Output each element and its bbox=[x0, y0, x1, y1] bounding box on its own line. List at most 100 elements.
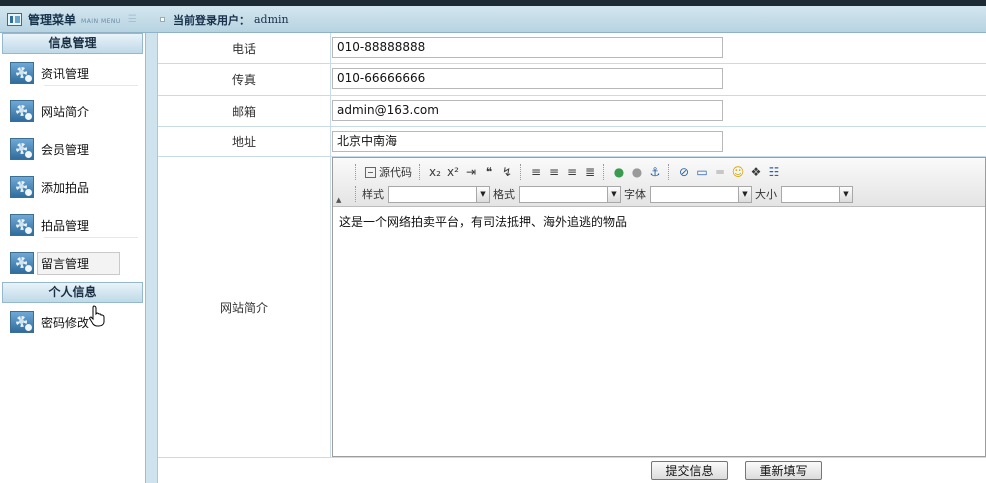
link-icon[interactable]: ● bbox=[610, 163, 628, 181]
rich-text-editor: 源代码 x₂ x² ⇥ ❝ ↯ ≡ ≡ ≡ ≣ ● ● ⚓ ⊘ ▭ ═ ☺ ❖ … bbox=[332, 157, 986, 457]
toolbar-separator bbox=[520, 164, 523, 180]
gear-icon bbox=[10, 311, 34, 333]
size-label: 大小 bbox=[755, 188, 777, 201]
font-select[interactable]: ▼ bbox=[650, 185, 752, 203]
sidebar-item-add-lot[interactable]: 添加拍品 bbox=[0, 168, 145, 206]
chevron-down-icon[interactable]: ▼ bbox=[738, 186, 751, 202]
user-bullet-icon bbox=[160, 17, 165, 22]
gear-icon bbox=[10, 100, 34, 122]
gear-icon bbox=[10, 138, 34, 160]
sidebar-item-site-intro[interactable]: 网站简介 bbox=[0, 92, 145, 130]
sidebar-item-label: 添加拍品 bbox=[41, 180, 90, 195]
sidebar-item-label: 拍品管理 bbox=[41, 218, 90, 233]
fax-input[interactable]: 010-66666666 bbox=[332, 68, 723, 89]
sidebar-section-info-management[interactable]: 信息管理 bbox=[2, 33, 143, 54]
special-char-icon[interactable]: ❖ bbox=[747, 163, 765, 181]
sidebar-item-member-management[interactable]: 会员管理 bbox=[0, 130, 145, 168]
font-label: 字体 bbox=[624, 188, 646, 201]
sidebar-item-lot-management[interactable]: 拍品管理 bbox=[0, 206, 145, 244]
menu-subtitle: MAIN MENU bbox=[81, 17, 121, 25]
toolbar-separator bbox=[419, 164, 422, 180]
editor-content[interactable]: 这是一个网络拍卖平台，有司法抵押、海外追逃的物品 bbox=[333, 207, 985, 236]
form-bottom-divider bbox=[158, 457, 986, 458]
toolbar-separator bbox=[668, 164, 671, 180]
form-row-fax: 传真 010-66666666 bbox=[158, 64, 986, 96]
form-row-address: 地址 北京中南海 bbox=[158, 127, 986, 157]
form-row-phone: 电话 010-88888888 bbox=[158, 33, 986, 64]
align-right-icon[interactable]: ≡ bbox=[563, 163, 581, 181]
current-user-label: 当前登录用户： bbox=[173, 13, 250, 27]
sidebar-item-message-management[interactable]: 留言管理 bbox=[0, 244, 145, 282]
phone-input[interactable]: 010-88888888 bbox=[332, 37, 723, 58]
style-combo[interactable]: 样式 ▼ bbox=[362, 185, 490, 203]
gear-icon bbox=[10, 252, 34, 274]
email-label: 邮箱 bbox=[158, 96, 331, 126]
align-center-icon[interactable]: ≡ bbox=[545, 163, 563, 181]
justify-icon[interactable]: ≣ bbox=[581, 163, 599, 181]
chevron-down-icon[interactable]: ▼ bbox=[839, 186, 852, 202]
sidebar-item-label: 会员管理 bbox=[41, 142, 90, 157]
toolbar-separator bbox=[355, 186, 358, 202]
subscript-icon[interactable]: x₂ bbox=[426, 163, 444, 181]
format-label: 格式 bbox=[493, 188, 515, 201]
blockquote-icon[interactable]: ❝ bbox=[480, 163, 498, 181]
toolbar-collapse-icon[interactable]: ▲ bbox=[336, 196, 341, 204]
toolbar-row-2: 样式 ▼ 格式 ▼ 字体 ▼ 大小 ▼ bbox=[351, 184, 856, 204]
flash-icon[interactable]: ⊘ bbox=[675, 163, 693, 181]
size-combo[interactable]: 大小 ▼ bbox=[755, 185, 853, 203]
format-combo[interactable]: 格式 ▼ bbox=[493, 185, 621, 203]
table-icon[interactable]: ▭ bbox=[693, 163, 711, 181]
source-button[interactable]: 源代码 bbox=[362, 163, 415, 181]
address-label: 地址 bbox=[158, 127, 331, 156]
sidebar-item-change-password[interactable]: 密码修改 bbox=[0, 303, 145, 341]
smiley-icon[interactable]: ☺ bbox=[729, 163, 747, 181]
toolbar-separator bbox=[603, 164, 606, 180]
style-label: 样式 bbox=[362, 188, 384, 201]
hand-cursor-icon bbox=[89, 305, 105, 327]
sidebar-item-label: 网站简介 bbox=[41, 104, 90, 119]
font-combo[interactable]: 字体 ▼ bbox=[624, 185, 752, 203]
gear-icon bbox=[10, 176, 34, 198]
menu-title: 管理菜单 bbox=[28, 13, 77, 27]
unlink-icon[interactable]: ● bbox=[628, 163, 646, 181]
address-input[interactable]: 北京中南海 bbox=[332, 131, 723, 152]
gear-icon bbox=[10, 214, 34, 236]
top-bar: 管理菜单 MAIN MENU ☰ 当前登录用户： admin bbox=[0, 6, 986, 33]
menu-header: 管理菜单 MAIN MENU ☰ bbox=[0, 6, 156, 33]
anchor-icon[interactable]: ⚓ bbox=[646, 163, 664, 181]
sidebar-item-label: 资讯管理 bbox=[41, 66, 90, 81]
indent-icon[interactable]: ⇥ bbox=[462, 163, 480, 181]
sidebar-item-news-management[interactable]: 资讯管理 bbox=[0, 54, 145, 92]
sidebar-item-label: 留言管理 bbox=[37, 251, 121, 275]
sidebar-section-personal-info[interactable]: 个人信息 bbox=[2, 282, 143, 303]
format-select[interactable]: ▼ bbox=[519, 185, 621, 203]
email-input[interactable]: admin@163.com bbox=[332, 100, 723, 121]
div-icon[interactable]: ↯ bbox=[498, 163, 516, 181]
toolbar-row-1: 源代码 x₂ x² ⇥ ❝ ↯ ≡ ≡ ≡ ≣ ● ● ⚓ ⊘ ▭ ═ ☺ ❖ … bbox=[351, 162, 783, 182]
menu-icon bbox=[7, 13, 22, 26]
superscript-icon[interactable]: x² bbox=[444, 163, 462, 181]
horizontal-rule-icon[interactable]: ═ bbox=[711, 163, 729, 181]
phone-label: 电话 bbox=[158, 33, 331, 63]
page-break-icon[interactable]: ☷ bbox=[765, 163, 783, 181]
site-intro-label: 网站简介 bbox=[158, 157, 331, 457]
submit-button[interactable]: 提交信息 bbox=[651, 461, 728, 480]
form-row-email: 邮箱 admin@163.com bbox=[158, 96, 986, 127]
align-left-icon[interactable]: ≡ bbox=[527, 163, 545, 181]
current-user-info: 当前登录用户： admin bbox=[160, 6, 289, 33]
chevron-down-icon[interactable]: ▼ bbox=[476, 186, 489, 202]
main-content: 电话 010-88888888 传真 010-66666666 邮箱 admin… bbox=[158, 33, 986, 483]
source-label: 源代码 bbox=[379, 166, 412, 179]
sidebar-list-personal: 密码修改 bbox=[0, 303, 145, 341]
sidebar-item-label: 密码修改 bbox=[41, 315, 90, 330]
size-select[interactable]: ▼ bbox=[781, 185, 853, 203]
toolbar-separator bbox=[355, 164, 358, 180]
sidebar: 信息管理 资讯管理 网站简介 会员管理 添加拍品 拍品管理 留言管理 个人信息 bbox=[0, 33, 146, 483]
menu-grip-icon[interactable]: ☰ bbox=[128, 14, 137, 25]
style-select[interactable]: ▼ bbox=[388, 185, 490, 203]
source-icon bbox=[365, 166, 376, 178]
chevron-down-icon[interactable]: ▼ bbox=[607, 186, 620, 202]
sidebar-splitter[interactable] bbox=[146, 33, 158, 483]
reset-button[interactable]: 重新填写 bbox=[745, 461, 822, 480]
editor-toolbar: 源代码 x₂ x² ⇥ ❝ ↯ ≡ ≡ ≡ ≣ ● ● ⚓ ⊘ ▭ ═ ☺ ❖ … bbox=[333, 158, 985, 207]
